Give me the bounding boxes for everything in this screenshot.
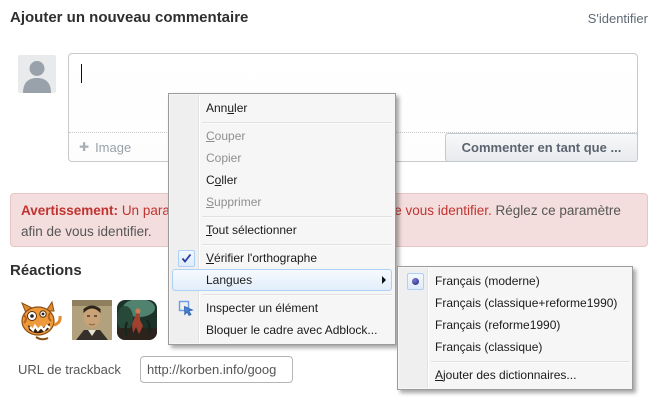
menu-item-label: Supprimer (202, 195, 390, 209)
languages-submenu-item-francais-reforme1990[interactable]: Français (reforme1990) (399, 314, 631, 336)
menu-item-label: Couper (202, 129, 390, 143)
menu-item-label: Français (reforme1990) (431, 318, 627, 332)
menu-item-label: Vérifier l'orthographe (202, 251, 390, 265)
comment-page: Ajouter un nouveau commentaire S'identif… (0, 0, 659, 402)
context-menu-item-annuler[interactable]: Annuler (170, 97, 394, 119)
context-menu-item-copier[interactable]: Copier (170, 147, 394, 169)
languages-submenu-item-ajouter-dictionnaires[interactable]: Ajouter des dictionnaires... (399, 364, 631, 386)
menu-item-label: Français (classique) (431, 340, 627, 354)
context-menu-item-couper[interactable]: Couper (170, 125, 394, 147)
menu-separator (202, 122, 392, 123)
menu-separator (202, 294, 392, 295)
menu-item-label: Français (moderne) (431, 274, 627, 288)
languages-submenu-item-francais-classique[interactable]: Français (classique) (399, 336, 631, 358)
man-portrait-avatar[interactable] (72, 300, 112, 340)
warning-prefix: Avertissement: (21, 203, 118, 218)
context-menu-item-coller[interactable]: Coller (170, 169, 394, 191)
menu-item-label: Coller (202, 173, 390, 187)
context-menu-item-inspecter-element[interactable]: Inspecter un élément (170, 297, 394, 319)
menu-item-label: Bloquer le cadre avec Adblock... (202, 323, 390, 337)
menu-item-gutter (399, 273, 431, 290)
page-title: Ajouter un nouveau commentaire (10, 9, 248, 26)
person-silhouette-icon (18, 55, 56, 93)
menu-item-label: Annuler (202, 101, 390, 115)
comment-submit-button[interactable]: Commenter en tant que ... (445, 133, 638, 162)
menu-separator (431, 361, 629, 362)
text-caret (81, 64, 82, 83)
checkmark-icon (178, 250, 195, 267)
trackback-url-input[interactable] (140, 356, 293, 383)
user-avatar-placeholder (18, 55, 56, 93)
menu-item-label: Langues (202, 273, 382, 287)
reactions-title: Réactions (10, 262, 82, 279)
languages-submenu: Français (moderne) Français (classique+re… (397, 266, 633, 390)
cat-cartoon-avatar[interactable] (16, 299, 63, 343)
context-menu-item-bloquer-adblock[interactable]: Bloquer le cadre avec Adblock... (170, 319, 394, 341)
cat-cartoon-image (16, 299, 63, 343)
menu-separator (202, 216, 392, 217)
menu-item-label: Inspecter un élément (202, 301, 390, 315)
fantasy-art-avatar[interactable] (117, 300, 157, 340)
signin-link[interactable]: S'identifier (588, 11, 648, 26)
menu-item-label: Tout sélectionner (202, 223, 390, 237)
menu-item-label: Copier (202, 151, 390, 165)
plus-icon: ✚ (79, 140, 89, 154)
man-portrait-image (72, 300, 112, 340)
context-menu-item-supprimer[interactable]: Supprimer (170, 191, 394, 213)
fantasy-art-image (117, 300, 157, 340)
submenu-arrow-icon (382, 276, 386, 284)
context-menu: Annuler Couper Copier Coller Supprimer Tout s… (168, 93, 396, 345)
context-menu-item-verifier-orthographe[interactable]: Vérifier l'orthographe (170, 247, 394, 269)
trackback-label: URL de trackback (18, 362, 121, 377)
context-menu-item-tout-selectionner[interactable]: Tout sélectionner (170, 219, 394, 241)
languages-submenu-item-francais-classique-reforme1990[interactable]: Français (classique+reforme1990) (399, 292, 631, 314)
languages-submenu-item-francais-moderne[interactable]: Français (moderne) (399, 270, 631, 292)
menu-item-gutter (170, 250, 202, 267)
menu-item-label: Français (classique+reforme1990) (431, 296, 627, 310)
menu-separator (202, 244, 392, 245)
context-menu-item-langues[interactable]: Langues (170, 269, 394, 291)
menu-item-label: Ajouter des dictionnaires... (431, 368, 627, 382)
menu-item-gutter (170, 300, 202, 316)
add-image-button[interactable]: Image (95, 140, 131, 155)
inspect-icon (178, 300, 194, 316)
radio-dot-icon (407, 273, 424, 290)
